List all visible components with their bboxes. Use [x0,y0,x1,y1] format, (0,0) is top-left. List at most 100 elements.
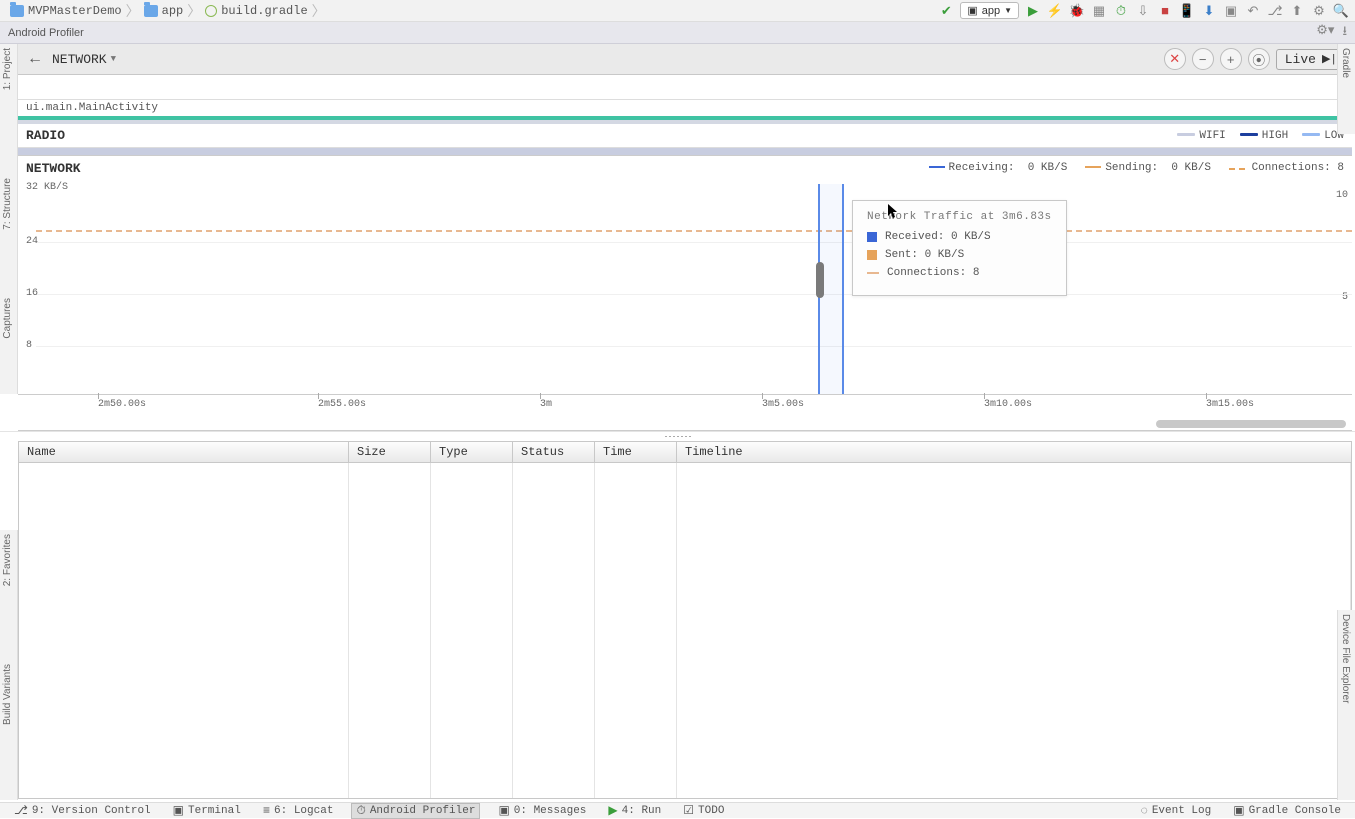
dropdown-icon: ▼ [111,54,116,64]
sb-version-control[interactable]: ⎇9: Version Control [10,803,155,818]
side-tab-device-explorer[interactable]: Device File Explorer [1337,610,1355,800]
search-icon[interactable]: 🔍 [1333,3,1349,19]
vcs-icon[interactable]: ⎇ [1267,3,1283,19]
breadcrumb-sep-icon: 〉 [126,1,140,21]
terminal-icon: ▣ [173,803,184,818]
coverage-icon[interactable]: ▦ [1091,3,1107,19]
profiler-section-label: NETWORK [52,52,107,67]
connections-line [36,230,1352,232]
module-icon [144,5,158,17]
tooltip-sent: Sent: 0 KB/S [885,249,964,261]
sb-label: Gradle Console [1249,805,1341,817]
th-status[interactable]: Status [513,442,595,462]
zoom-reset-icon[interactable]: ⦿ [1248,48,1270,70]
breadcrumb-file[interactable]: build.gradle [201,4,311,18]
requests-table: Name Size Type Status Time Timeline [18,441,1352,799]
sb-event-log[interactable]: ◌Event Log [1137,803,1216,818]
th-time[interactable]: Time [595,442,677,462]
th-size[interactable]: Size [349,442,431,462]
radio-title: RADIO [26,128,65,143]
side-tab-label: Gradle [1340,48,1351,78]
gradle-console-icon: ▣ [1233,803,1244,818]
panel-settings-icon[interactable]: ⚙▾ [1316,22,1334,44]
layout-inspector-icon[interactable]: ▣ [1223,3,1239,19]
avd-manager-icon[interactable]: 📱 [1179,3,1195,19]
conn-swatch-icon [1229,168,1245,170]
breadcrumb-sep-icon: 〉 [187,1,201,21]
session-strip [18,75,1352,100]
run-icon[interactable]: ▶ [1025,3,1041,19]
stat-connections: Connections: 8 [1229,162,1344,174]
profiler-toolbar: ← NETWORK ▼ ✕ − + ⦿ Live ▶| [18,44,1352,75]
attach-debugger-icon[interactable]: ⇩ [1135,3,1151,19]
sb-android-profiler[interactable]: ⏱Android Profiler [351,803,480,819]
side-tab-label: 1: Project [2,48,13,90]
stop-icon[interactable]: ■ [1157,3,1173,19]
run-config-icon: ▣ [967,4,977,17]
radio-row: RADIO WIFI HIGH LOW [18,124,1352,148]
sb-run[interactable]: ▶4: Run [604,803,665,818]
sent-swatch-icon [1085,166,1101,168]
scrollbar-thumb[interactable] [1156,420,1346,428]
selection-thumb[interactable] [816,262,824,298]
profiler-icon[interactable]: ⏱ [1113,3,1129,19]
radio-band [18,148,1352,156]
wifi-swatch-icon [1177,133,1195,136]
sdk-manager-icon[interactable]: ⬇ [1201,3,1217,19]
zoom-in-icon[interactable]: + [1220,48,1242,70]
sync-icon[interactable]: ✔ [938,3,954,19]
side-tab-label: 2: Favorites [2,534,13,586]
ytick: 8 [26,340,32,351]
apply-changes-icon[interactable]: ⚡ [1047,3,1063,19]
back-button[interactable]: ← [24,48,46,70]
settings-icon[interactable]: ⚙ [1311,3,1327,19]
side-tab-project[interactable]: 1: Project [0,44,18,174]
debug-icon[interactable]: 🐞 [1069,3,1085,19]
sb-terminal[interactable]: ▣Terminal [169,803,245,818]
stat-sending: Sending: 0 KB/S [1085,162,1211,174]
side-tab-captures[interactable]: Captures [0,294,18,394]
live-toggle[interactable]: Live ▶| [1276,49,1346,70]
network-chart[interactable]: 10 5 24 16 8 Network Traffic at 3m6.83s … [18,184,1352,394]
side-tab-favorites[interactable]: 2: Favorites [0,530,18,660]
xtick: 3m15.00s [1206,399,1254,410]
sb-label: TODO [698,805,724,817]
stat-label: Connections: [1252,162,1331,174]
side-tab-gradle[interactable]: Gradle [1337,44,1355,134]
breadcrumb-sep-icon: 〉 [312,1,326,21]
side-tab-build-variants[interactable]: Build Variants [0,660,18,800]
sb-logcat[interactable]: ≡6: Logcat [259,804,338,818]
sb-label: 0: Messages [514,805,587,817]
ytick: 16 [26,288,38,299]
sb-gradle-console[interactable]: ▣ Gradle Console [1229,803,1345,818]
zoom-out-icon[interactable]: − [1192,48,1214,70]
messages-icon: ▣ [498,803,509,818]
sb-messages[interactable]: ▣ 0: Messages [494,803,590,818]
breadcrumb-project[interactable]: MVPMasterDemo [6,4,126,18]
close-session-icon[interactable]: ✕ [1164,48,1186,70]
splitter-handle[interactable] [0,431,1355,441]
run-config-selector[interactable]: ▣ app ▼ [960,2,1019,19]
dropdown-icon: ▼ [1004,6,1012,15]
th-timeline[interactable]: Timeline [677,442,1351,462]
gradle-icon [205,5,217,17]
sb-todo[interactable]: ☑TODO [679,803,728,818]
project-icon [10,5,24,17]
th-type[interactable]: Type [431,442,513,462]
toolbar-icons: ✔ ▣ app ▼ ▶ ⚡ 🐞 ▦ ⏱ ⇩ ■ 📱 ⬇ ▣ ↶ ⎇ ⬆ ⚙ 🔍 [938,2,1349,19]
undo-icon[interactable]: ↶ [1245,3,1261,19]
panel-export-icon[interactable]: ⭳ [1342,22,1347,44]
stat-receiving: Receiving: 0 KB/S [929,162,1068,174]
sb-label: Android Profiler [370,805,476,817]
event-log-icon: ◌ [1141,804,1148,818]
sb-label: 4: Run [622,805,662,817]
timeline-scrollbar[interactable] [18,420,1352,430]
vcs-update-icon[interactable]: ⬆ [1289,3,1305,19]
breadcrumb-project-label: MVPMasterDemo [28,4,122,18]
breadcrumb-module[interactable]: app [140,4,188,18]
profiler-section-dropdown[interactable]: NETWORK ▼ [52,52,116,67]
side-tab-structure[interactable]: 7: Structure [0,174,18,294]
side-tab-label: Build Variants [2,664,13,725]
th-name[interactable]: Name [19,442,349,462]
legend-wifi: WIFI [1177,130,1225,142]
